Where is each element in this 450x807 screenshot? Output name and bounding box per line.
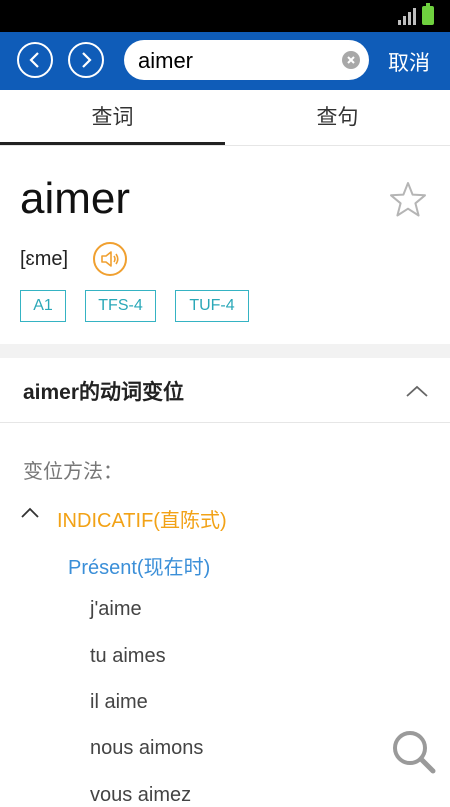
back-button[interactable] (17, 42, 53, 78)
top-toolbar: aimer 取消 (0, 32, 450, 90)
status-bar (0, 0, 450, 32)
star-icon[interactable] (388, 180, 428, 220)
conjugation-method-label: 变位方法： (23, 461, 123, 483)
tab-lookup-word[interactable]: 查词 (0, 90, 225, 146)
tab-lookup-sentence[interactable]: 查句 (225, 90, 450, 146)
pronounce-button[interactable] (93, 242, 127, 276)
status-icons (398, 3, 434, 25)
conjugation-form: tu aimes (90, 645, 166, 667)
cancel-button[interactable]: 取消 (388, 47, 430, 77)
level-tag-a1: A1 (20, 290, 66, 322)
search-input-value: aimer (138, 48, 194, 73)
speaker-icon (101, 251, 119, 267)
section-separator (0, 344, 450, 358)
signal-icon (398, 7, 416, 25)
chevron-up-icon[interactable] (20, 506, 40, 520)
divider (0, 422, 450, 423)
tab-bar: 查词 查句 (0, 90, 450, 146)
active-tab-indicator (0, 142, 225, 145)
chevron-left-icon (29, 52, 39, 68)
battery-icon (422, 3, 434, 25)
phonetic: [ɛme] (20, 248, 69, 270)
conjugation-form: nous aimons (90, 737, 204, 759)
conjugation-form: j'aime (90, 598, 142, 620)
forward-button[interactable] (68, 42, 104, 78)
clear-search-button[interactable] (342, 51, 360, 69)
chevron-right-icon (82, 52, 92, 68)
conjugation-section-title[interactable]: aimer的动词变位 (23, 376, 184, 406)
chevron-up-icon[interactable] (404, 382, 430, 400)
mood-indicatif[interactable]: INDICATIF(直陈式) (57, 504, 227, 533)
conjugation-form: il aime (90, 691, 148, 713)
search-input[interactable]: aimer (124, 40, 369, 80)
level-tag-tuf: TUF-4 (175, 290, 249, 322)
level-tag-tfs: TFS-4 (85, 290, 156, 322)
conjugation-form: vous aimez (90, 784, 192, 806)
tense-present[interactable]: Présent(现在时) (68, 551, 210, 580)
headword: aimer (20, 174, 131, 223)
search-icon[interactable] (390, 728, 438, 776)
clear-icon (347, 56, 355, 64)
